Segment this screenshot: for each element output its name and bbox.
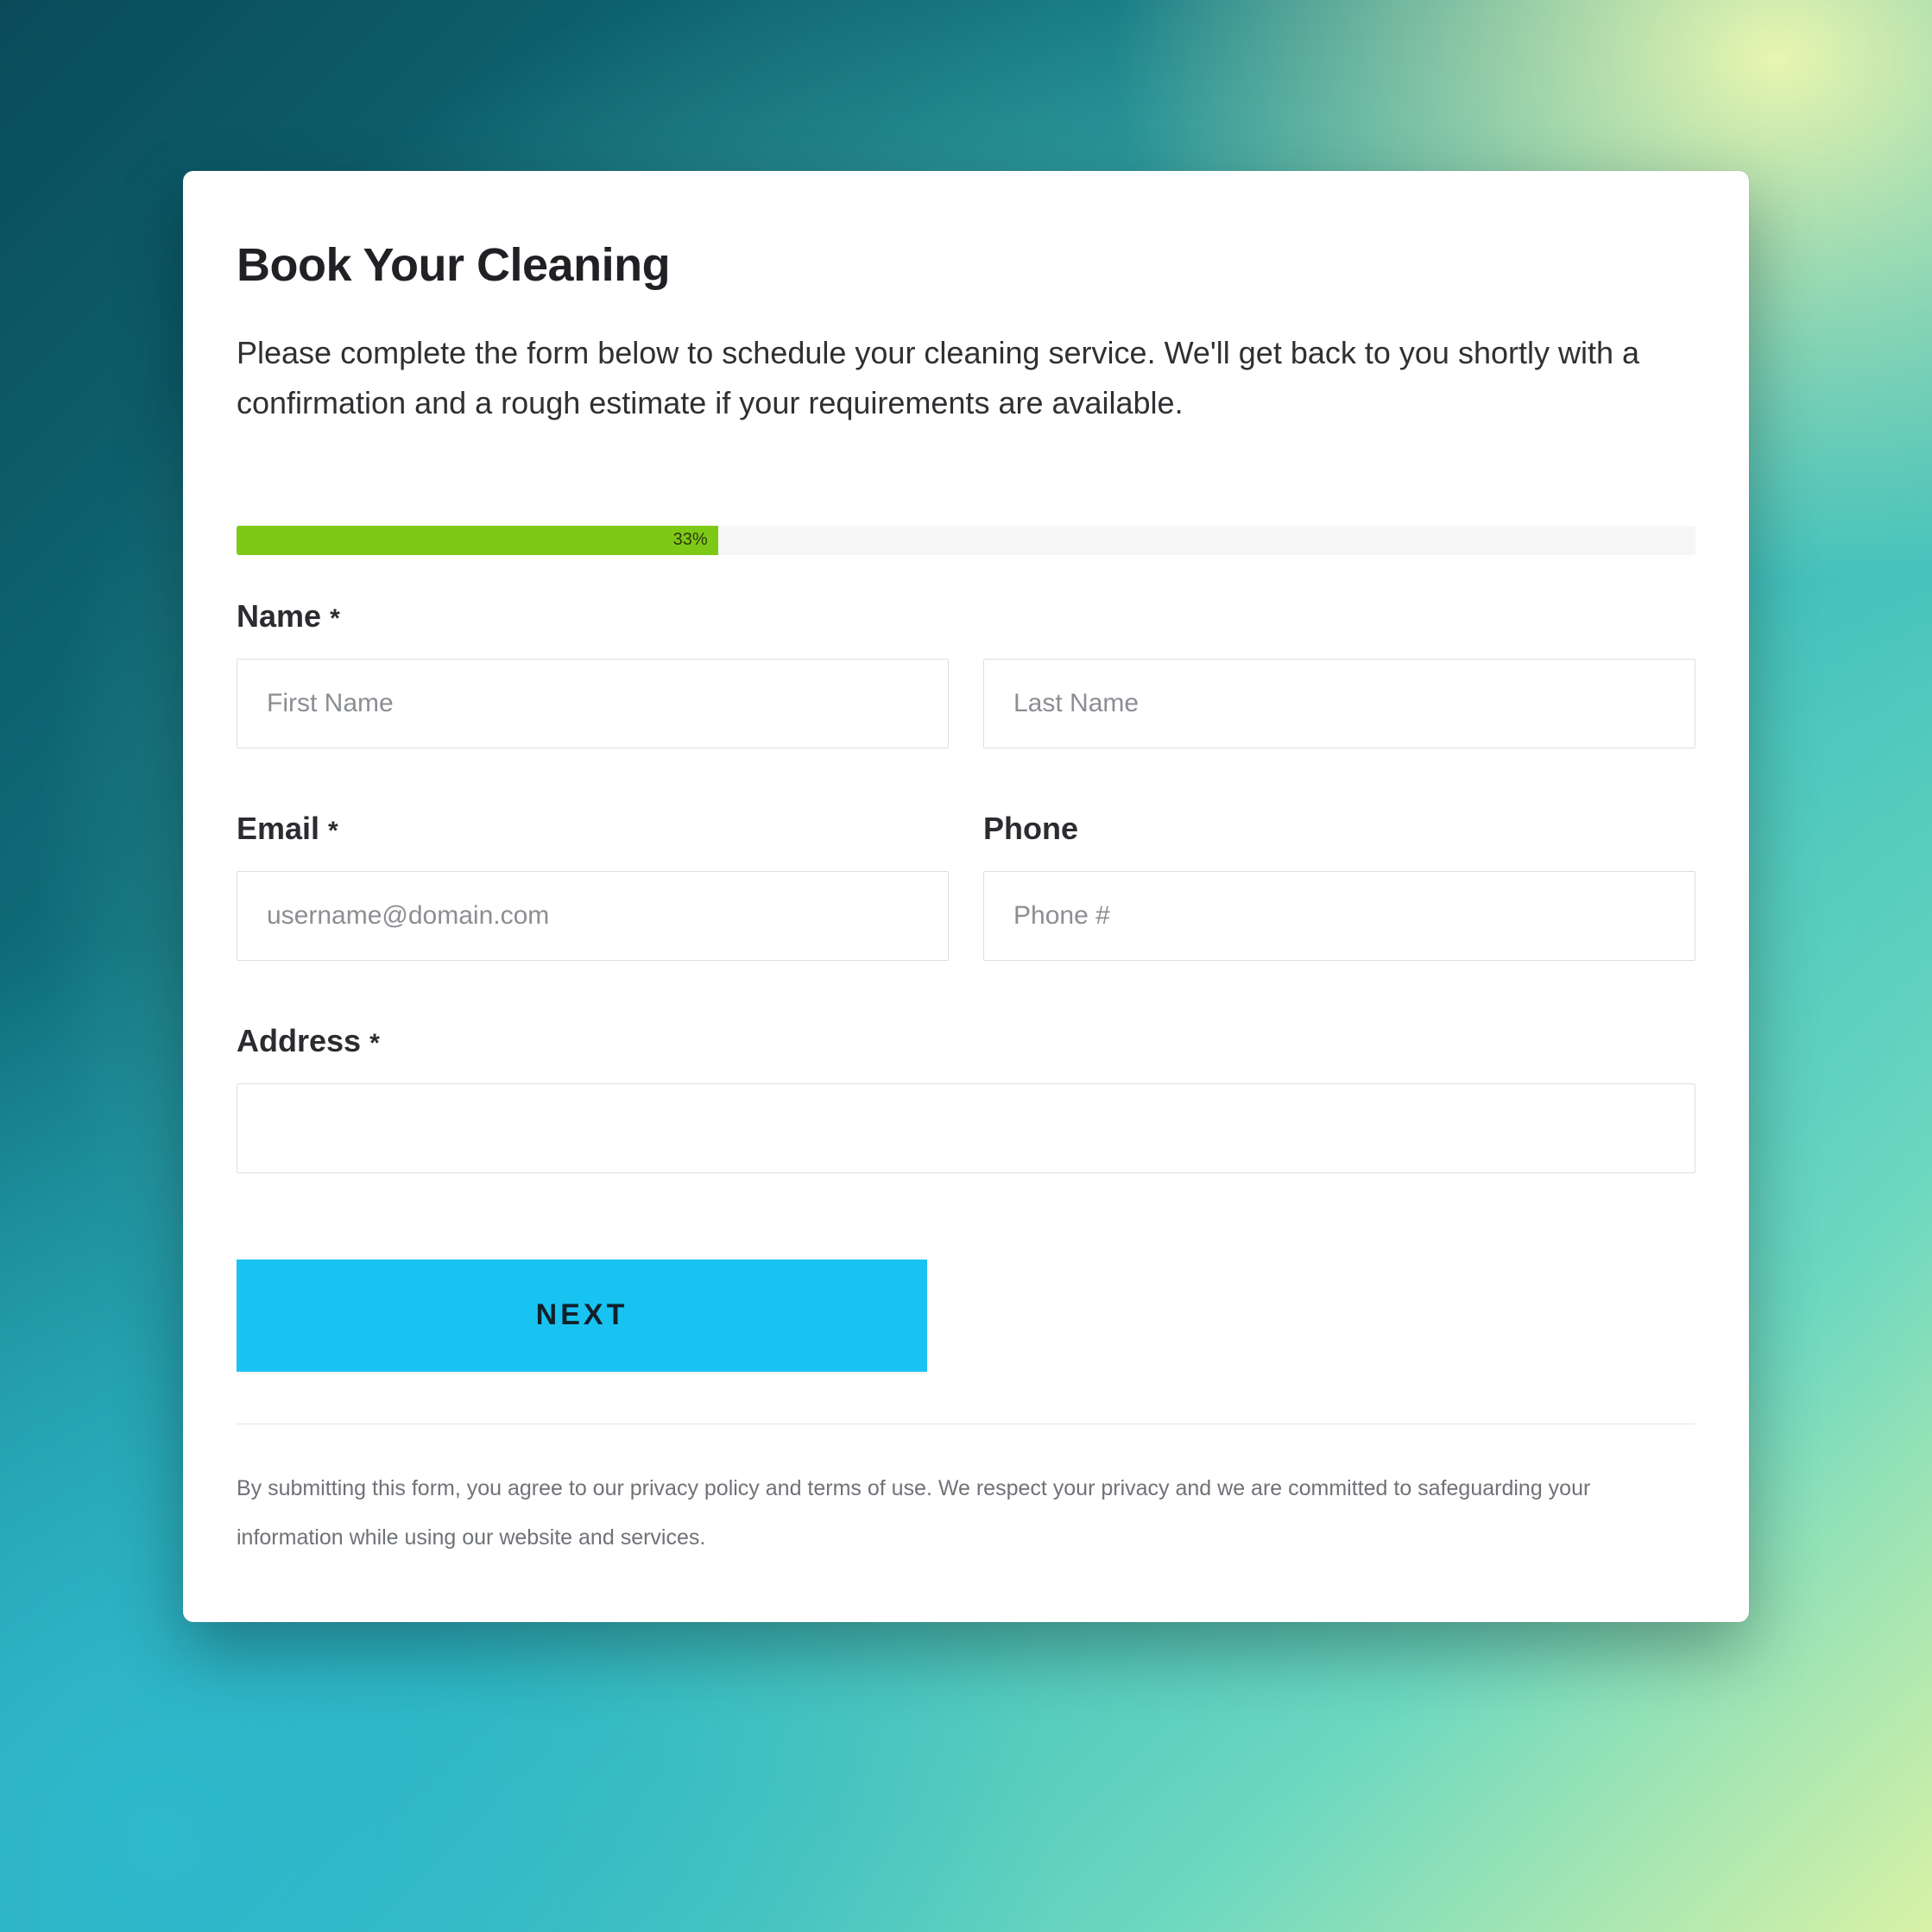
name-label: Name * [237, 598, 1695, 635]
progress-fill: 33% [237, 526, 718, 555]
name-label-text: Name [237, 598, 321, 635]
phone-input[interactable] [983, 871, 1695, 961]
required-marker: * [328, 817, 338, 846]
progress-label: 33% [673, 530, 708, 550]
email-label-text: Email [237, 811, 319, 847]
disclaimer-text: By submitting this form, you agree to ou… [237, 1464, 1695, 1563]
phone-label: Phone [983, 811, 1695, 847]
page-subtitle: Please complete the form below to schedu… [237, 328, 1695, 429]
address-input[interactable] [237, 1083, 1695, 1173]
next-button[interactable]: NEXT [237, 1260, 927, 1372]
email-label: Email * [237, 811, 949, 847]
first-name-input[interactable] [237, 659, 949, 748]
address-label-text: Address [237, 1023, 361, 1059]
page-title: Book Your Cleaning [237, 238, 1695, 292]
required-marker: * [330, 604, 340, 634]
required-marker: * [369, 1029, 380, 1058]
email-input[interactable] [237, 871, 949, 961]
booking-card: Book Your Cleaning Please complete the f… [183, 171, 1749, 1622]
address-label: Address * [237, 1023, 1695, 1059]
last-name-input[interactable] [983, 659, 1695, 748]
phone-label-text: Phone [983, 811, 1078, 847]
progress-bar: 33% [237, 526, 1695, 555]
